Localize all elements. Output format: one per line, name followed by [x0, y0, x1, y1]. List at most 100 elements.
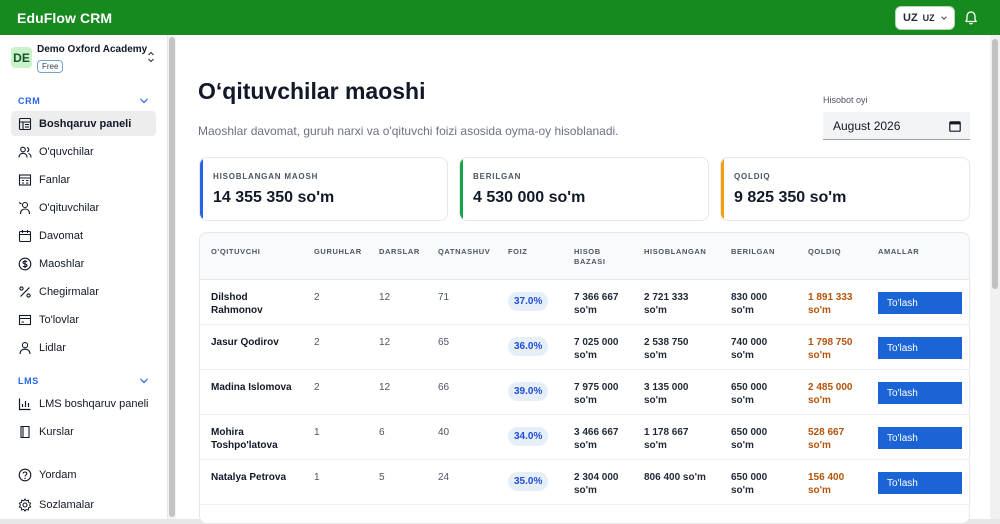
paid-amount-line: 650 000 [731, 427, 768, 438]
attendance-count: 24 [438, 472, 449, 485]
sidebar-item-chegirmalar[interactable]: Chegirmalar [11, 279, 156, 304]
pay-button[interactable]: To'lash [878, 472, 962, 494]
remaining-amount-line: so'm [808, 394, 831, 406]
calculated-amount: 3 135 000 so'm [644, 382, 689, 407]
attendance-count-line: 40 [438, 427, 450, 438]
lessons-count: 12 [379, 382, 390, 395]
sidebar-item-boshqaruv-paneli[interactable]: Boshqaruv paneli [11, 111, 156, 136]
month-picker[interactable]: August 2026 [823, 112, 970, 140]
groups-count: 2 [314, 337, 320, 350]
table-row: Jasur Qodirov 2 12 65 7 025 000 so'm 2 538 750… [200, 325, 969, 370]
sidebar-item-davomat[interactable]: Davomat [11, 223, 156, 248]
calendar-icon[interactable] [949, 120, 961, 132]
sidebar-item-yordam[interactable]: Yordam [11, 462, 156, 487]
sidebar-scrollbar-thumb[interactable] [169, 37, 175, 517]
teacher-name: Mohira Toshpo'latova [211, 427, 278, 452]
chart-icon [18, 398, 31, 410]
teacher-name: Natalya Petrova [211, 472, 286, 485]
table-header: O'QITUVCHI GURUHLAR DARSLAR QATNASHUV FO… [200, 233, 969, 280]
groups-count: 2 [314, 382, 320, 395]
percent-badge: 36.0% [508, 337, 549, 356]
pay-button[interactable]: To'lash [878, 427, 962, 449]
page-scrollbar[interactable] [990, 35, 1000, 524]
teacher-name-line: Madina Islomova [211, 382, 292, 393]
sidebar-item-label: O'quvchilar [39, 145, 94, 158]
sidebar-item-sozlamalar[interactable]: Sozlamalar [11, 492, 156, 517]
table-row: Madina Islomova 2 12 66 7 975 000 so'm 3 135 0… [200, 370, 969, 415]
sidebar-item-tolovlar[interactable]: To'lovlar [11, 307, 156, 332]
paid-amount: 830 000 so'm [731, 292, 767, 317]
calculated-amount-line: 2 538 750 [644, 337, 689, 348]
language-select[interactable]: UZ UZ [895, 6, 955, 30]
month-label: Hisobot oyi [823, 95, 868, 105]
sidebar-item-label: LMS boshqaruv paneli [39, 397, 149, 410]
remaining-amount-line: so'm [808, 439, 831, 451]
page-subtitle: Maoshlar davomat, guruh narxi va o'qituv… [198, 124, 619, 138]
language-code: UZ [903, 12, 918, 24]
remaining-amount-line: 156 400 [808, 472, 845, 483]
sidebar-item-kurslar[interactable]: Kurslar [11, 419, 156, 444]
summary-card-remaining: QOLDIQ 9 825 350 so'm [720, 157, 970, 221]
page-scrollbar-thumb[interactable] [992, 39, 998, 289]
attendance-count-line: 66 [438, 382, 450, 393]
sidebar-item-lidlar[interactable]: Lidlar [11, 335, 156, 360]
lessons-count: 12 [379, 292, 390, 305]
org-switcher[interactable]: DE Demo Oxford Academy Free [11, 44, 161, 76]
percent-badge: 39.0% [508, 382, 549, 401]
pay-button[interactable]: To'lash [878, 382, 962, 404]
calculated-amount: 806 400 so'm [644, 472, 706, 485]
base-amount-line: 7 366 667 [574, 292, 619, 303]
remaining-amount: 156 400 so'm [808, 472, 844, 497]
card-label: BERILGAN [473, 172, 522, 181]
sidebar-item-fanlar[interactable]: Fanlar [11, 167, 156, 192]
calculated-amount-line: 2 721 333 [644, 292, 689, 303]
base-amount-line: so'm [574, 349, 597, 361]
paid-amount: 650 000 so'm [731, 427, 767, 452]
top-bar: EduFlow CRM [0, 0, 1000, 35]
leads-icon [19, 341, 31, 354]
bell-icon[interactable] [963, 10, 979, 26]
base-amount: 7 366 667 so'm [574, 292, 619, 317]
paid-amount-line: 740 000 [731, 337, 768, 348]
sidebar-item-oqituvchilar[interactable]: O'qituvchilar [11, 195, 156, 220]
teacher-name-line: Toshpo'latova [211, 439, 278, 451]
users-icon [18, 146, 32, 158]
section-crm[interactable]: CRM [18, 96, 40, 106]
lessons-count: 5 [379, 472, 385, 485]
teacher-icon [18, 201, 31, 214]
sidebar-item-oquvchilar[interactable]: O'quvchilar [11, 139, 156, 164]
attendance-count-line: 71 [438, 292, 450, 303]
lessons-count-line: 6 [379, 427, 385, 438]
col-teacher: O'QITUVCHI [211, 247, 261, 256]
base-amount-line: so'm [574, 394, 597, 406]
card-accent [721, 158, 724, 220]
section-lms[interactable]: LMS [18, 376, 39, 386]
sidebar-item-label: To'lovlar [39, 313, 80, 326]
paid-amount-line: so'm [731, 394, 754, 406]
dashboard-icon [18, 117, 32, 130]
col-calculated: HISOBLANGAN [644, 247, 707, 256]
sidebar-item-lms-dashboard[interactable]: LMS boshqaruv paneli [11, 391, 156, 416]
pay-button[interactable]: To'lash [878, 337, 962, 359]
sidebar-scrollbar[interactable] [168, 35, 176, 524]
pay-button[interactable]: To'lash [878, 292, 962, 314]
col-base-line1: HISOB [574, 247, 601, 256]
card-accent [460, 158, 463, 220]
payments-icon [18, 314, 32, 325]
card-value: 9 825 350 so'm [734, 189, 847, 206]
chevron-down-icon [940, 16, 947, 20]
percent-icon [19, 285, 31, 298]
teacher-name-line: Rahmonov [211, 304, 263, 316]
paid-amount-line: so'm [731, 304, 754, 316]
base-amount: 3 466 667 so'm [574, 427, 619, 452]
calculated-amount: 2 721 333 so'm [644, 292, 689, 317]
plan-badge: Free [37, 60, 64, 73]
attendance-count-line: 24 [438, 472, 450, 483]
col-percent: FOIZ [508, 247, 528, 256]
base-amount: 7 975 000 so'm [574, 382, 619, 407]
paid-amount: 740 000 so'm [731, 337, 767, 362]
chevron-down-icon[interactable] [139, 377, 149, 385]
groups-count-line: 1 [314, 472, 320, 483]
sidebar-item-maoshlar[interactable]: Maoshlar [11, 251, 156, 276]
chevron-down-icon[interactable] [139, 97, 149, 105]
